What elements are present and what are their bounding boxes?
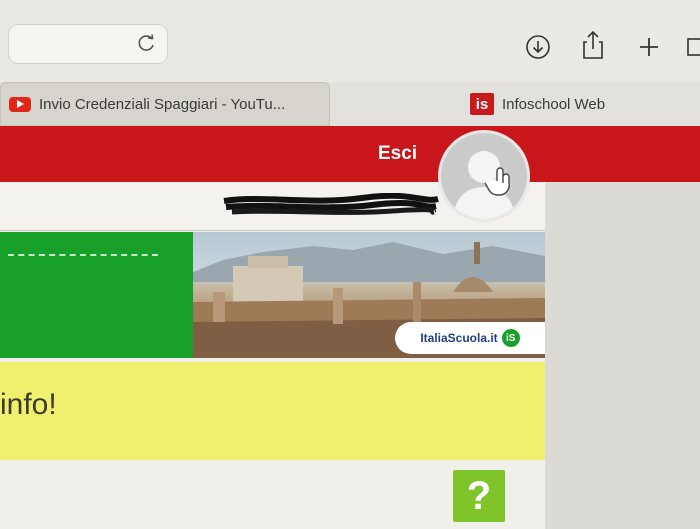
tab-label: Invio Credenziali Spaggiari - YouTu...: [39, 95, 286, 113]
new-tab-icon[interactable]: [636, 34, 662, 60]
youtube-icon: [9, 96, 31, 112]
help-button[interactable]: ?: [453, 470, 505, 522]
page-background: [545, 182, 700, 529]
tab-label: Infoschool Web: [502, 95, 606, 113]
user-avatar-icon[interactable]: [438, 130, 530, 222]
dashed-divider: [8, 254, 158, 256]
reload-icon[interactable]: [137, 33, 157, 53]
redacted-username: [223, 193, 439, 215]
avatar-silhouette: [453, 151, 515, 219]
share-icon[interactable]: [580, 30, 606, 60]
banner-green-panel: [0, 232, 193, 358]
header-bar: [0, 126, 700, 182]
tab-infoschool[interactable]: is Infoschool Web: [470, 82, 690, 126]
browser-toolbar: [0, 0, 700, 82]
brand-text: ItaliaScuola.it: [420, 331, 498, 345]
download-icon[interactable]: [525, 34, 551, 60]
tab-bar: Invio Credenziali Spaggiari - YouTu... i…: [0, 82, 700, 126]
info-text: info!: [0, 388, 57, 421]
brand-label: ItaliaScuola.it iS: [395, 322, 545, 354]
brand-badge-icon: iS: [501, 329, 520, 347]
tab-youtube[interactable]: Invio Credenziali Spaggiari - YouTu...: [0, 82, 330, 126]
logout-button[interactable]: Esci: [378, 143, 417, 165]
tab-overview-icon[interactable]: [686, 34, 700, 60]
infoschool-icon: is: [470, 93, 494, 115]
address-bar[interactable]: [8, 24, 168, 64]
info-banner: [0, 362, 545, 460]
